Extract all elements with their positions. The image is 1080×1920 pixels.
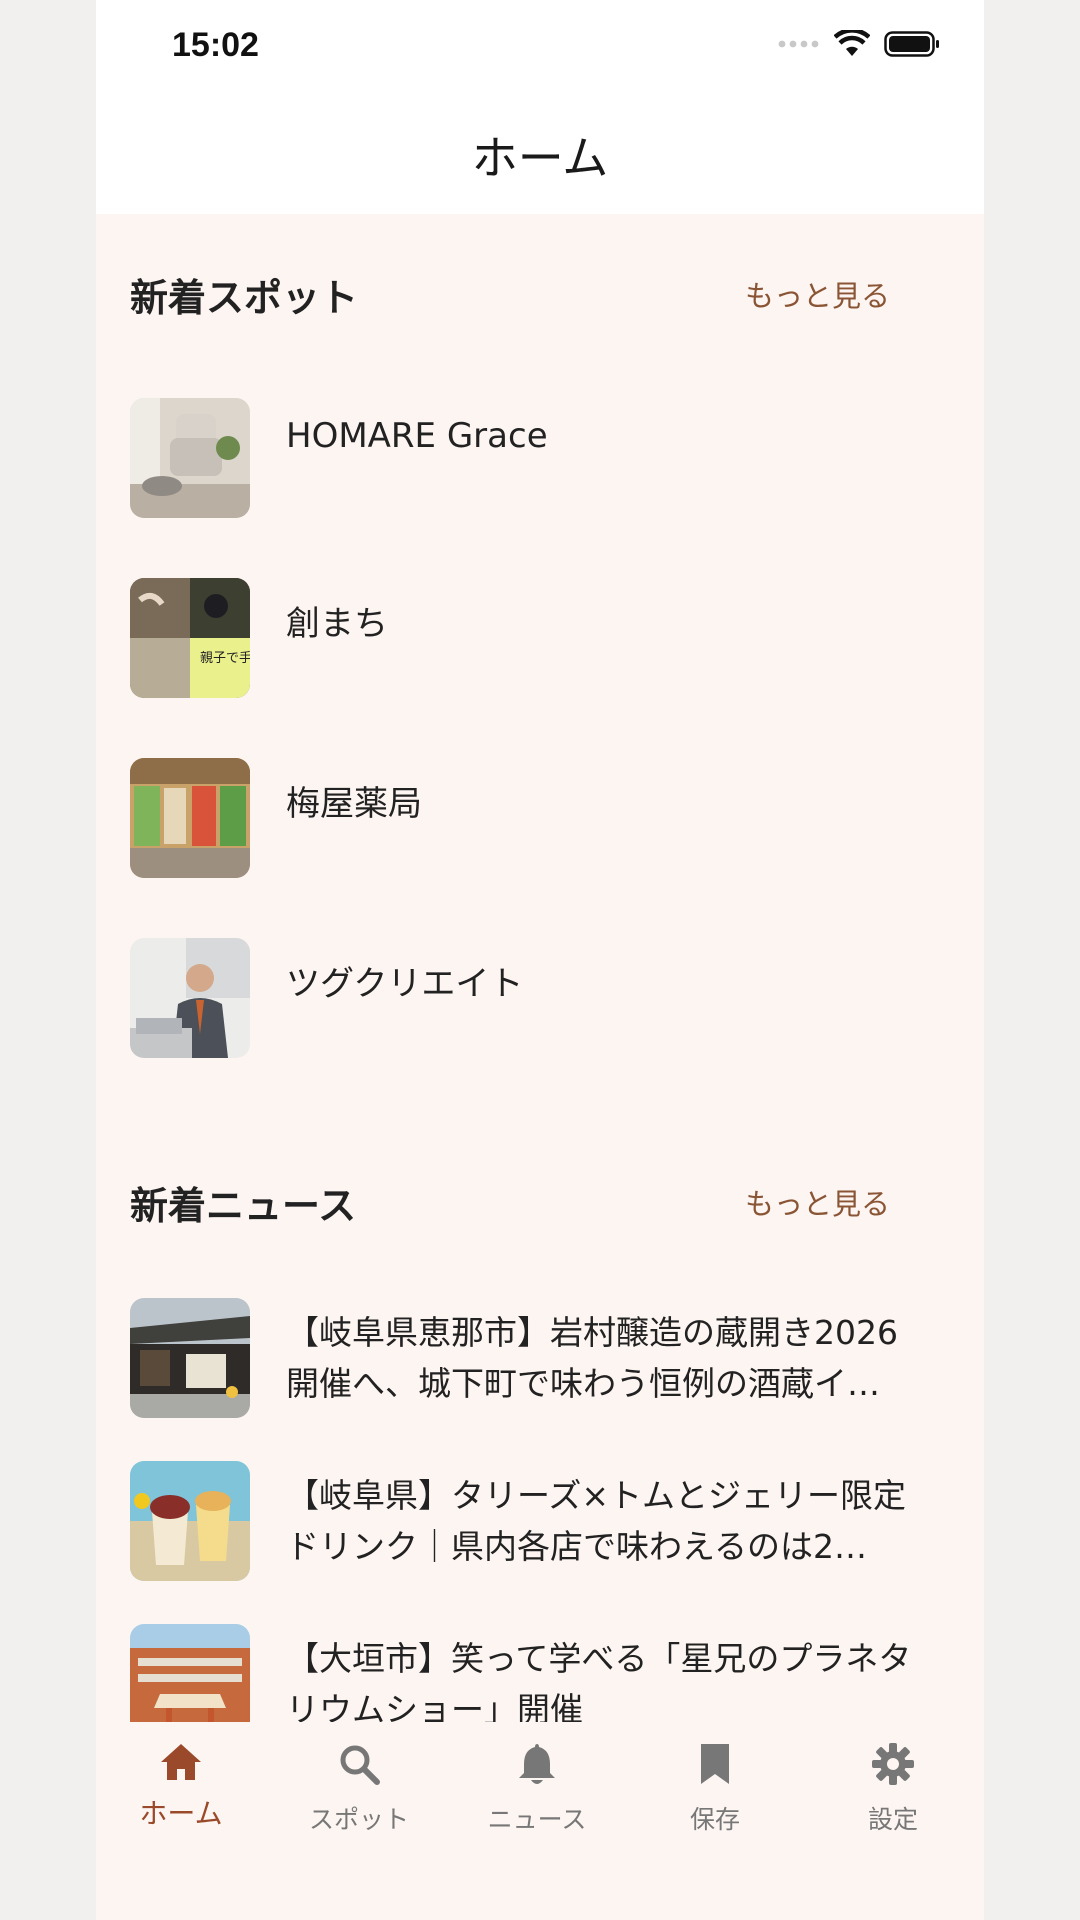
- tab-settings[interactable]: 設定: [823, 1742, 963, 1836]
- wifi-icon: [834, 30, 870, 56]
- tab-label: スポット: [308, 1805, 409, 1834]
- spot-thumbnail: [130, 938, 250, 1058]
- home-icon: [161, 1744, 201, 1780]
- spots-section-title: 新着スポット: [130, 275, 359, 320]
- status-icons: [778, 30, 940, 58]
- spot-item[interactable]: HOMARE Grace: [130, 398, 920, 518]
- spot-item[interactable]: ツグクリエイト: [130, 938, 920, 1058]
- news-item[interactable]: 【岐阜県】タリーズ×トムとジェリー限定ドリンク｜県内各店で味わえるのは2…: [130, 1461, 930, 1581]
- tab-label: 保存: [689, 1805, 740, 1834]
- tab-label: ホーム: [139, 1797, 223, 1830]
- tab-spots[interactable]: スポット: [289, 1742, 429, 1836]
- search-icon: [340, 1745, 380, 1785]
- news-item[interactable]: 【岐阜県恵那市】岩村醸造の蔵開き2026開催へ、城下町で味わう恒例の酒蔵イ…: [130, 1298, 930, 1418]
- tab-label: ニュース: [487, 1805, 587, 1834]
- bell-icon: [519, 1744, 555, 1784]
- bookmark-icon: [701, 1744, 729, 1784]
- battery-icon: [884, 31, 939, 57]
- spots-more-link[interactable]: もっと見る: [745, 273, 890, 315]
- news-headline: 【大垣市】笑って学べる「星兄のプラネタリウムショー」開催: [286, 1639, 912, 1722]
- news-list: 【岐阜県恵那市】岩村醸造の蔵開き2026開催へ、城下町で味わう恒例の酒蔵イ… 【…: [96, 1260, 984, 1722]
- news-headline: 【岐阜県】タリーズ×トムとジェリー限定ドリンク｜県内各店で味わえるのは2…: [286, 1476, 907, 1566]
- app-screen: 15:02 ホーム 新着スポット もっと見る HOMARE Grace 親子で手…: [96, 0, 984, 1920]
- cellular-signal-icon: [778, 40, 819, 48]
- spots-section-header: 新着スポット もっと見る: [130, 264, 920, 324]
- spot-thumbnail: [130, 758, 250, 878]
- tab-home[interactable]: ホーム: [111, 1742, 251, 1832]
- tab-saved[interactable]: 保存: [645, 1742, 785, 1836]
- news-more-link[interactable]: もっと見る: [745, 1181, 890, 1223]
- bottom-tab-bar: ホーム スポット ニュース 保存 設定: [96, 1722, 984, 1920]
- news-thumbnail: [130, 1461, 250, 1581]
- tab-news[interactable]: ニュース: [467, 1742, 607, 1836]
- gear-icon: [872, 1743, 914, 1785]
- spot-item[interactable]: 梅屋薬局: [130, 758, 920, 878]
- news-section-title: 新着ニュース: [130, 1183, 357, 1228]
- page-title: ホーム: [471, 131, 609, 185]
- top-bar: 15:02 ホーム: [96, 0, 984, 214]
- spot-thumbnail: [130, 398, 250, 518]
- tab-label: 設定: [867, 1805, 918, 1834]
- spot-name: ツグクリエイト: [286, 964, 524, 1004]
- spot-item[interactable]: 親子で手 創まち: [130, 578, 920, 698]
- news-thumbnail: [130, 1298, 250, 1418]
- svg-text:親子で手: 親子で手: [200, 651, 250, 666]
- spot-name: HOMARE Grace: [286, 416, 548, 456]
- spot-name: 創まち: [286, 604, 388, 644]
- status-time: 15:02: [172, 26, 259, 64]
- spot-thumbnail: 親子で手: [130, 578, 250, 698]
- spot-name: 梅屋薬局: [286, 784, 422, 824]
- news-section-header: 新着ニュース もっと見る: [130, 1172, 920, 1232]
- news-item[interactable]: 【大垣市】笑って学べる「星兄のプラネタリウムショー」開催: [130, 1624, 930, 1722]
- news-thumbnail: [130, 1624, 250, 1722]
- news-headline: 【岐阜県恵那市】岩村醸造の蔵開き2026開催へ、城下町で味わう恒例の酒蔵イ…: [286, 1313, 898, 1403]
